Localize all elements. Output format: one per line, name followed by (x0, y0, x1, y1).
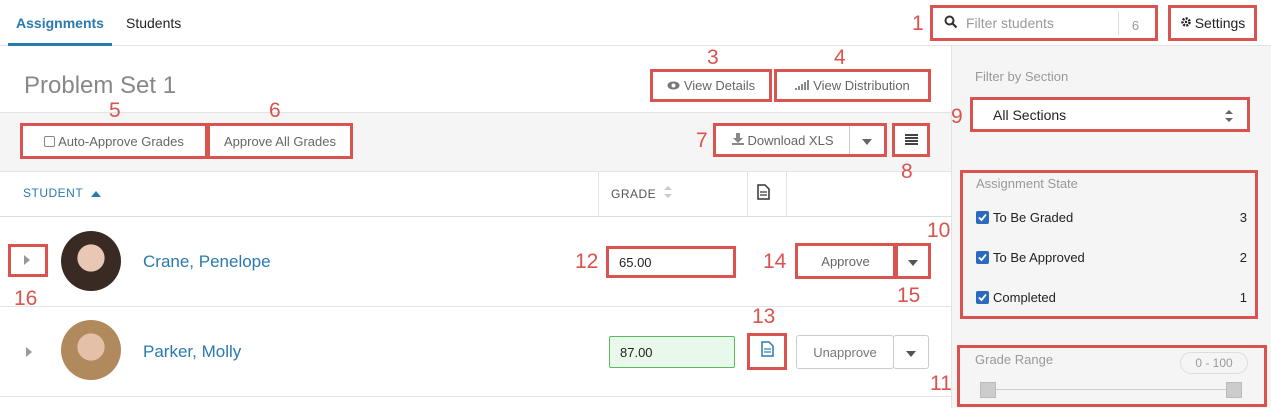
annotation-9: 9 (951, 105, 963, 128)
view-distribution-button[interactable]: View Distribution (774, 69, 931, 102)
state-label: To Be Approved (993, 250, 1085, 265)
annotation-14: 14 (763, 250, 787, 273)
column-divider (747, 172, 748, 216)
filter-students-search[interactable]: Filter students 6 (930, 5, 1158, 41)
caret-down-icon (908, 254, 918, 269)
student-count: 6 (1118, 11, 1152, 35)
table-header: STUDENT GRADE (0, 172, 951, 217)
student-name-link[interactable]: Parker, Molly (143, 342, 241, 362)
caret-right-icon (24, 255, 30, 268)
settings-label: Settings (1194, 15, 1246, 31)
column-divider (786, 172, 787, 216)
view-distribution-label: View Distribution (813, 78, 910, 93)
section-select[interactable]: All Sections (970, 97, 1250, 132)
search-input[interactable]: Filter students (966, 15, 1054, 31)
annotation-6: 6 (269, 99, 281, 122)
checkbox[interactable] (44, 135, 56, 147)
document-icon (760, 341, 774, 362)
annotation-4: 4 (834, 46, 846, 69)
sort-asc-icon (90, 186, 101, 200)
download-xls-label: Download XLS (747, 132, 834, 148)
approve-label: Approve (821, 253, 870, 269)
unapprove-button[interactable]: Unapprove (796, 335, 894, 369)
filter-by-section-label: Filter by Section (975, 69, 1069, 84)
student-header-label: STUDENT (23, 186, 83, 200)
student-name-link[interactable]: Crane, Penelope (143, 252, 271, 272)
tab-students[interactable]: Students (126, 0, 181, 46)
tab-assignments[interactable]: Assignments (8, 0, 112, 46)
list-icon (904, 133, 918, 148)
annotation-13: 13 (752, 305, 776, 328)
annotation-5: 5 (109, 99, 121, 122)
row-actions-dropdown[interactable] (893, 335, 929, 369)
view-details-label: View Details (683, 78, 756, 93)
auto-approve-toggle[interactable]: Auto-Approve Grades (20, 123, 208, 159)
assignment-state-panel: Assignment State To Be Graded 3 To Be Ap… (960, 170, 1258, 319)
search-icon (944, 15, 960, 32)
grade-range-value: 0 - 100 (1180, 352, 1248, 374)
state-count: 1 (1239, 290, 1247, 305)
approve-all-label: Approve All Grades (223, 133, 336, 149)
annotation-12: 12 (575, 250, 599, 273)
auto-approve-label: Auto-Approve Grades (58, 133, 184, 149)
checkbox-checked-icon[interactable] (976, 251, 989, 264)
approve-all-button[interactable]: Approve All Grades (207, 123, 353, 159)
page-title: Problem Set 1 (24, 72, 177, 99)
student-column-header[interactable]: STUDENT (23, 186, 101, 200)
approve-button[interactable]: Approve (795, 243, 896, 279)
grade-range-label: Grade Range (975, 352, 1054, 367)
grade-value: 65.00 (619, 254, 652, 270)
range-track (990, 389, 1230, 390)
state-to-be-approved[interactable]: To Be Approved (976, 250, 1085, 265)
grade-value: 87.00 (620, 344, 653, 360)
eye-icon (667, 78, 680, 93)
checkbox-checked-icon[interactable] (976, 211, 989, 224)
range-handle-max[interactable] (1226, 382, 1242, 398)
download-options-toggle[interactable] (850, 126, 884, 154)
state-label: To Be Graded (993, 210, 1074, 225)
annotation-15: 15 (897, 284, 921, 307)
avatar (61, 231, 121, 291)
column-menu-button[interactable] (892, 123, 930, 157)
gear-icon (1180, 15, 1192, 31)
settings-button[interactable]: Settings (1168, 5, 1257, 41)
range-handle-min[interactable] (980, 382, 996, 398)
annotation-3: 3 (707, 46, 719, 69)
column-divider (598, 172, 599, 216)
state-count: 3 (1239, 210, 1247, 225)
state-label: Completed (993, 290, 1056, 305)
download-xls-main[interactable]: Download XLS (716, 126, 850, 154)
state-completed[interactable]: Completed (976, 290, 1056, 305)
annotation-1: 1 (912, 12, 924, 35)
annotation-16: 16 (14, 287, 38, 310)
document-icon (757, 184, 770, 203)
annotation-7: 7 (696, 129, 708, 152)
checkbox-checked-icon[interactable] (976, 291, 989, 304)
signal-bars-icon (795, 78, 810, 93)
avatar (61, 320, 121, 380)
sort-both-icon (664, 186, 673, 201)
view-details-button[interactable]: View Details (650, 69, 772, 102)
grade-input[interactable]: 65.00 (606, 246, 736, 278)
row-actions-dropdown[interactable] (895, 243, 931, 279)
expand-row-button[interactable] (8, 244, 48, 277)
grade-input[interactable]: 87.00 (609, 336, 735, 368)
grade-column-header[interactable]: GRADE (611, 186, 673, 201)
view-submission-button[interactable] (747, 333, 787, 370)
select-arrows-icon (1225, 109, 1233, 125)
assignment-state-label: Assignment State (976, 176, 1078, 191)
caret-down-icon (862, 133, 872, 148)
unapprove-label: Unapprove (813, 344, 877, 360)
section-select-value: All Sections (993, 106, 1067, 123)
caret-down-icon (906, 345, 916, 360)
download-icon (731, 132, 744, 148)
grade-range-panel: Grade Range 0 - 100 (957, 345, 1267, 407)
state-to-be-graded[interactable]: To Be Graded (976, 210, 1073, 225)
grade-header-label: GRADE (611, 187, 657, 201)
caret-right-icon[interactable] (26, 347, 32, 360)
download-xls-button[interactable]: Download XLS (713, 123, 887, 157)
state-count: 2 (1239, 250, 1247, 265)
